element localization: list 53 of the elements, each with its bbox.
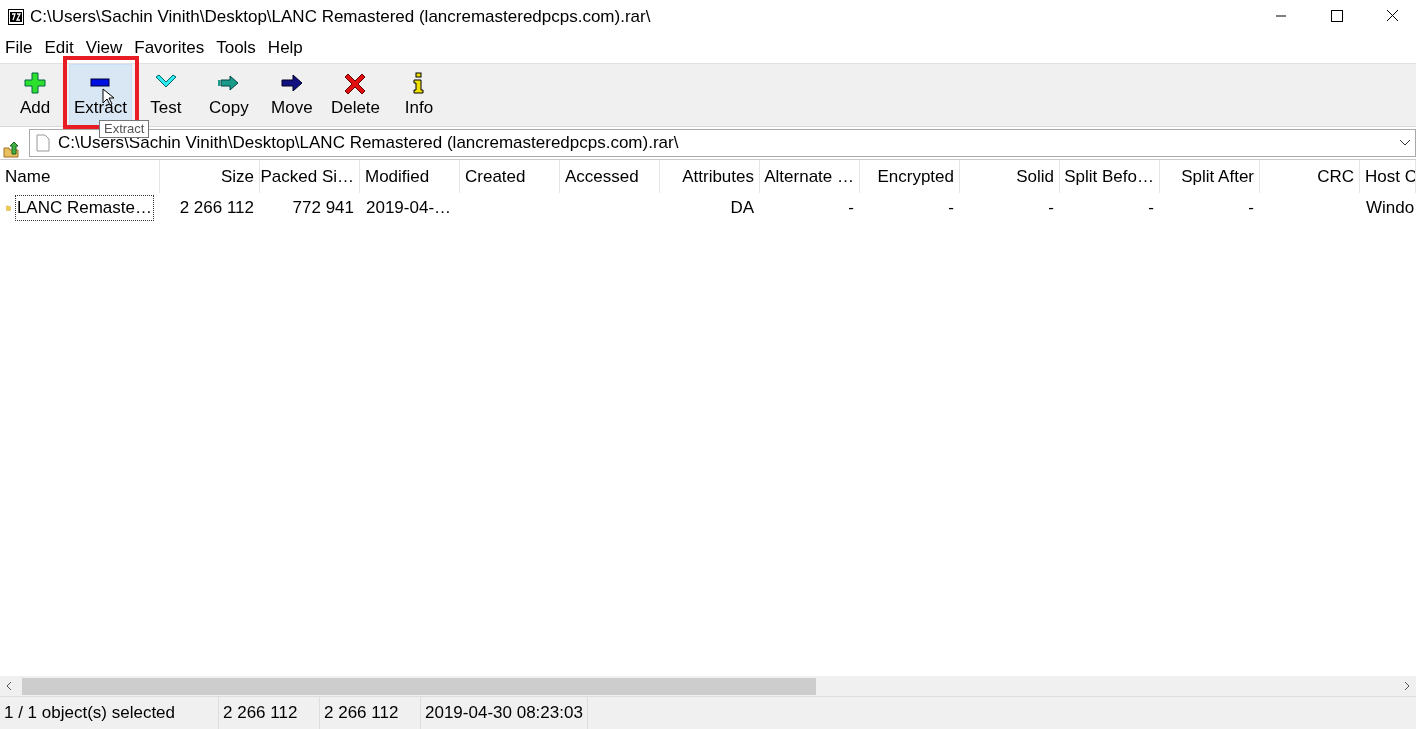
table-cell: 2 266 112 — [179, 198, 254, 218]
horizontal-scrollbar[interactable] — [0, 676, 1416, 696]
menu-item[interactable]: View — [85, 38, 123, 58]
column-header[interactable]: Modified — [360, 160, 460, 193]
table-cell: - — [1048, 198, 1054, 218]
menu-item[interactable]: Edit — [44, 38, 74, 58]
column-header[interactable]: Encrypted — [860, 160, 960, 193]
menu-item[interactable]: Help — [267, 38, 303, 58]
table-cell: - — [1148, 198, 1154, 218]
dropdown-icon — [1399, 139, 1411, 147]
cross-icon — [344, 72, 367, 94]
status-text: 1 / 1 object(s) selected — [0, 697, 219, 729]
column-header[interactable]: CRC — [1260, 160, 1360, 193]
column-header[interactable]: Split Befo… — [1060, 160, 1160, 193]
arrow-icon — [217, 72, 240, 94]
file-icon — [36, 134, 50, 152]
toolbar-button[interactable]: Add — [6, 64, 64, 126]
table-cell: - — [1248, 198, 1254, 218]
column-header[interactable]: Packed Si… — [260, 160, 360, 193]
status-text: 2 266 112 — [320, 697, 421, 729]
menu-item[interactable]: File — [5, 38, 33, 58]
table-cell: 2019-04-… — [366, 198, 452, 218]
scroll-right-icon — [1402, 681, 1412, 691]
app-icon — [8, 8, 24, 25]
scroll-left-icon — [4, 681, 14, 691]
table-cell: 772 941 — [292, 198, 354, 218]
column-header[interactable]: Attributes — [660, 160, 760, 193]
table-cell: - — [948, 198, 954, 218]
menu-item[interactable]: Tools — [216, 38, 256, 58]
column-header[interactable]: Created — [460, 160, 560, 193]
column-header[interactable]: Solid — [960, 160, 1060, 193]
column-header[interactable]: Name — [0, 160, 160, 193]
table-cell[interactable]: LANC Remaste… — [14, 195, 154, 221]
toolbar-button[interactable]: Move — [262, 64, 321, 126]
plus-icon — [24, 72, 46, 94]
scrollbar-thumb[interactable] — [22, 677, 816, 695]
toolbar-button[interactable]: Copy — [199, 64, 258, 126]
arrow-icon — [280, 72, 303, 94]
toolbar-button[interactable]: Info — [390, 64, 449, 126]
table-cell: DA — [730, 198, 754, 218]
column-header[interactable]: Size — [160, 160, 260, 193]
column-header[interactable]: Split After — [1160, 160, 1260, 193]
folder-up-icon[interactable] — [3, 142, 19, 158]
table-cell: Windo — [1366, 198, 1415, 218]
column-header[interactable]: Accessed — [560, 160, 660, 193]
window-title: C:\Users\Sachin Vinith\Desktop\LANC Remastered (lancremasteredpcps.com).rar\ — [30, 6, 652, 27]
column-header[interactable]: Alternate … — [760, 160, 860, 193]
table-cell: - — [848, 198, 854, 218]
tooltip: Extract — [99, 120, 150, 138]
menu-item[interactable]: Favorites — [134, 38, 205, 58]
status-text: 2 266 112 — [219, 697, 320, 729]
status-text: 2019-04-30 08:23:03 — [421, 697, 588, 729]
toolbar-button[interactable]: Delete — [325, 64, 386, 126]
